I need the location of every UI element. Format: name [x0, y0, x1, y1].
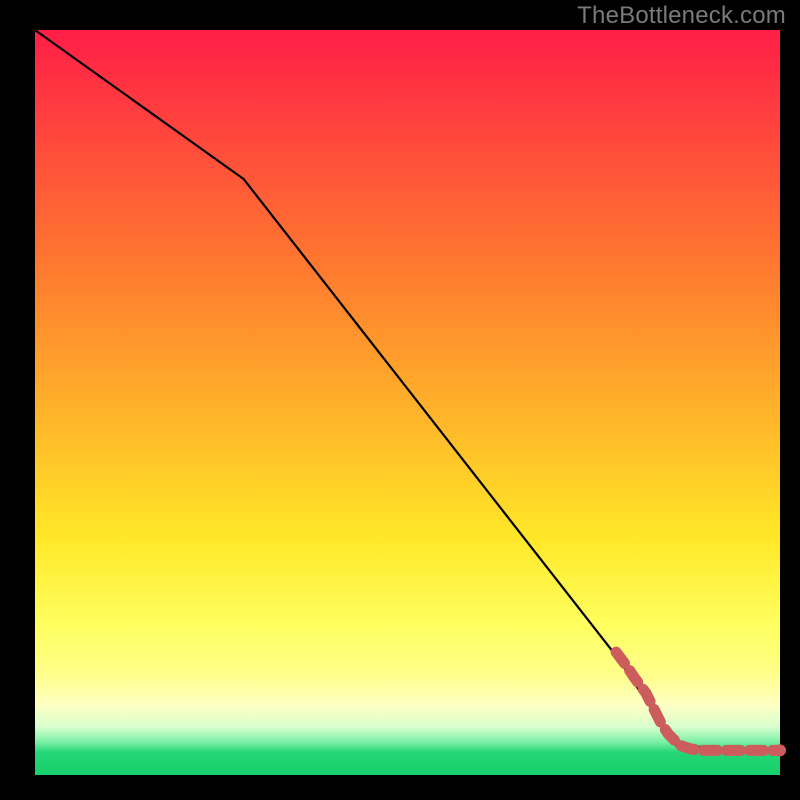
chart-frame: { "watermark": "TheBottleneck.com", "cha… — [0, 0, 800, 800]
plot-area — [35, 30, 780, 775]
end-dot — [774, 744, 786, 756]
chart-svg — [0, 0, 800, 800]
watermark: TheBottleneck.com — [577, 2, 786, 30]
